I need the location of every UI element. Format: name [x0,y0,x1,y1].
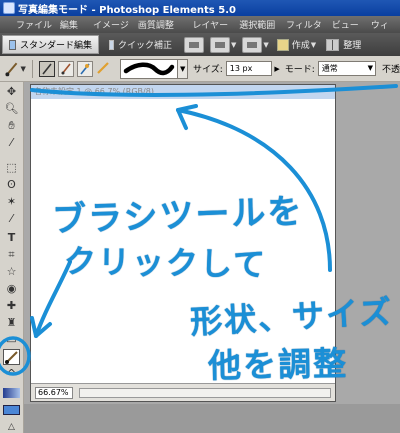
move-icon: ✥ [6,85,17,98]
order-prints-button[interactable] [210,36,230,53]
options-bar: ▼ ▼ サイズ: 13 px ▶ モード: 通常 ▼ 不透 [0,56,400,82]
eyedropper-tool[interactable]: ⁄ [3,135,20,151]
menu-image[interactable]: イメージ [93,18,138,31]
zoom-icon: 🔍︎ [4,102,19,115]
impressionist-brush-button[interactable] [57,60,74,77]
menu-layer[interactable]: レイヤー [192,18,239,31]
tab-standard-edit-label: スタンダード編集 [19,41,92,51]
brush-icon [5,351,18,364]
star-icon: ☆ [6,265,17,278]
organize-button[interactable]: 整理 [326,38,361,51]
magic-wand-tool[interactable]: ✶ [3,194,20,210]
mode-label: モード: [284,65,315,75]
shape-tool[interactable] [3,402,20,418]
magic-wand-icon: ✶ [6,195,17,208]
crop-tool[interactable]: ⌗ [3,247,20,263]
blend-mode-value: 通常 [321,64,338,73]
brush-size-input[interactable]: 13 px [225,61,273,76]
lasso-icon: ʘ [7,178,16,191]
menu-select[interactable]: 選択範囲 [239,18,286,31]
menu-window[interactable]: ウィ [371,18,400,31]
hand-icon: ✋︎ [8,119,15,132]
clone-stamp-tool[interactable]: ♜ [3,315,20,331]
create-dropdown-icon: ▼ [310,40,317,49]
horizontal-scrollbar[interactable] [79,388,331,398]
healing-icon: ✚ [6,299,17,312]
selection-brush-icon: ⁄ [10,212,13,225]
tab-standard-edit[interactable]: スタンダード編集 [2,35,99,54]
hand-tool[interactable]: ✋︎ [3,118,20,134]
brush-tool[interactable] [3,349,20,365]
brush-preset-dropdown-icon[interactable]: ▼ [178,58,188,79]
brush-tool-icon[interactable] [4,61,19,77]
order-prints-dropdown-icon[interactable]: ▼ [231,41,236,49]
window-title: 写真編集モード - Photoshop Elements 5.0 [18,4,236,16]
title-bar: 写真編集モード - Photoshop Elements 5.0 [0,0,400,16]
cookie-cutter-tool[interactable]: ☆ [3,264,20,280]
zoom-tool[interactable]: 🔍︎ [3,101,20,117]
lasso-tool[interactable]: ʘ [3,177,20,193]
brush-mode-button[interactable] [38,60,55,77]
print-button[interactable] [184,36,204,53]
type-tool[interactable]: T [3,230,20,246]
smudge-tool[interactable]: ^ [3,366,20,382]
gradient-tool[interactable] [3,385,20,401]
menu-bar: ファイル 編集 イメージ 画質調整 レイヤー 選択範囲 フィルタ ビュー ウィ [0,16,400,33]
menu-edit[interactable]: 編集 [60,18,93,31]
share-dropdown-icon[interactable]: ▼ [263,41,268,49]
blend-mode-select[interactable]: 通常 ▼ [317,61,376,76]
menu-view[interactable]: ビュー [332,18,371,31]
tab-quick-fix[interactable]: クイック補正 [103,35,178,54]
red-eye-tool[interactable]: ◉ [3,281,20,297]
create-label: 作成 [291,41,310,51]
annotation-text-click: クリックして [63,242,268,284]
gradient-icon [3,388,20,398]
selection-brush-tool[interactable]: ⁄ [3,211,20,227]
annotation-text-brush-tool: ブラシツールを [51,191,305,241]
workspace-bottom [24,404,400,433]
type-icon: T [7,231,16,244]
tool-preset-dropdown-icon[interactable]: ▼ [20,65,25,73]
toolbox: ✥ 🔍︎ ✋︎ ⁄ ⬚ ʘ ✶ ⁄ T ⌗ ☆ ◉ ✚ ♜ ▭ ^ △ [0,82,24,433]
standard-edit-icon [9,39,16,50]
spot-healing-tool[interactable]: ✚ [3,298,20,314]
triangle-icon: △ [8,422,15,432]
menu-file[interactable]: ファイル [16,18,60,31]
menu-enhance[interactable]: 画質調整 [138,18,193,31]
stamp-icon: ♜ [6,316,17,329]
size-label: サイズ: [193,65,223,75]
opacity-label: 不透 [381,65,400,75]
eraser-icon: ▭ [6,333,17,346]
zoom-field[interactable]: 66.67% [35,387,73,399]
create-icon [276,38,289,51]
crop-icon: ⌗ [8,248,15,261]
brush-preset-preview[interactable] [120,58,179,79]
eyedropper-icon: ⁄ [10,136,13,149]
app-icon [3,2,15,14]
more-tools[interactable]: △ [3,419,20,433]
marquee-icon: ⬚ [6,161,17,174]
pencil-button[interactable] [96,61,111,77]
annotation-text-adjust: 他を調整 [207,343,349,386]
eraser-tool[interactable]: ▭ [3,332,20,348]
red-eye-icon: ◉ [6,282,17,295]
size-slider-icon[interactable]: ▶ [274,65,279,73]
move-tool[interactable]: ✥ [3,84,20,100]
menu-filter[interactable]: フィルタ [286,18,332,31]
shortcuts-bar: スタンダード編集 クイック補正 ▼ ▼ 作成 ▼ 整理 [0,33,400,56]
smudge-icon: ^ [6,367,17,380]
color-replacement-brush-button[interactable] [76,60,93,77]
marquee-tool[interactable]: ⬚ [3,160,20,176]
organize-label: 整理 [343,41,362,51]
quick-fix-icon [109,39,114,50]
document-title[interactable]: 名称未設定 1 @ 66.7% (RGB/8) [31,85,335,99]
chevron-down-icon: ▼ [367,64,373,72]
tab-quick-fix-label: クイック補正 [117,41,172,51]
organize-icon [326,38,340,51]
share-button[interactable] [242,36,263,53]
rectangle-icon [3,405,20,415]
create-button[interactable]: 作成 ▼ [276,38,317,51]
separator [31,59,33,78]
